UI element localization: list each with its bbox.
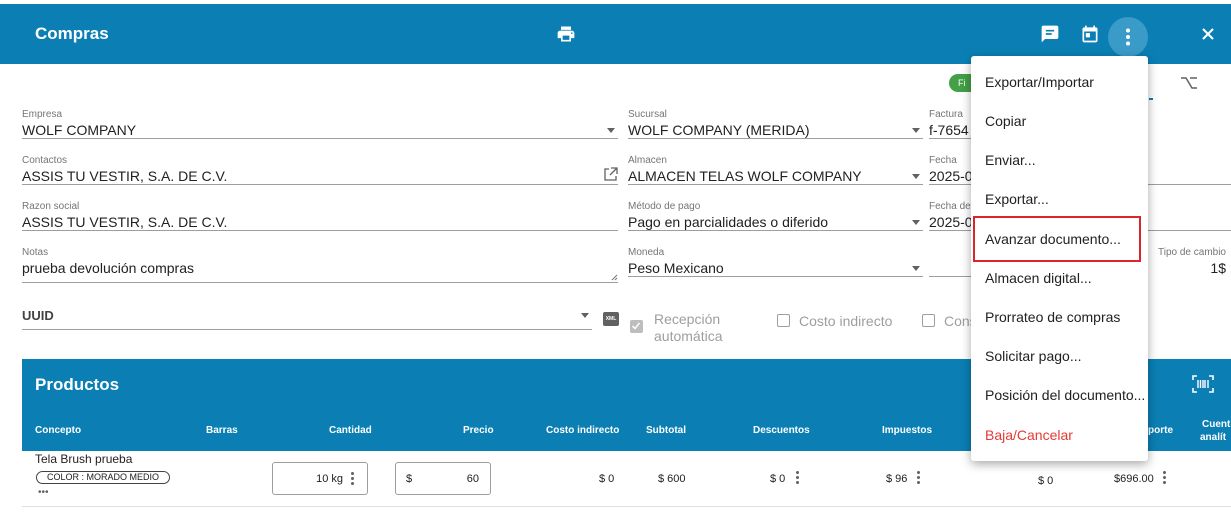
tipo-cambio-field[interactable]: Tipo de cambio 1$ (1148, 247, 1226, 277)
print-icon[interactable] (554, 22, 578, 46)
dropdown-caret-icon (912, 174, 920, 179)
calendar-icon[interactable] (1078, 22, 1102, 46)
menu-item-exportar[interactable]: Exportar... (985, 191, 1049, 207)
sucursal-field[interactable]: Sucursal WOLF COMPANY (MERIDA) (628, 109, 923, 139)
row-col9: $ 0 (1038, 475, 1054, 487)
razon-social-field[interactable]: Razon social ASSIS TU VESTIR, S.A. DE C.… (22, 201, 618, 231)
dropdown-caret-icon (607, 128, 615, 133)
dropdown-caret-icon (912, 266, 920, 271)
kebab-icon[interactable] (1163, 471, 1166, 484)
row-importe: $696.00 (1114, 473, 1154, 485)
dropdown-caret-icon (581, 313, 589, 318)
row-more-icon[interactable]: ••• (38, 487, 49, 498)
col-barras[interactable]: Barras (206, 425, 238, 436)
menu-item-almacen-digital[interactable]: Almacen digital... (985, 270, 1092, 286)
dropdown-caret-icon (912, 220, 920, 225)
row-descuentos: $ 0 (770, 473, 786, 485)
moneda-field[interactable]: Moneda Peso Mexicano (628, 247, 923, 277)
factura-field[interactable]: Factura f-7654 (929, 109, 971, 139)
page-title: Compras (35, 24, 109, 43)
menu-item-solicitar-pago[interactable]: Solicitar pago... (985, 348, 1082, 364)
metodo-pago-field[interactable]: Método de pago Pago en parcialidades o d… (628, 201, 923, 231)
app-header: Compras (0, 4, 1231, 64)
barcode-scan-icon[interactable] (1192, 375, 1214, 393)
productos-title: Productos (35, 375, 120, 394)
col-impuestos[interactable]: Impuestos (882, 425, 932, 436)
recepcion-label-2: automática (654, 328, 723, 344)
precio-input[interactable]: $ 60 (395, 462, 491, 495)
empresa-field[interactable]: Empresa WOLF COMPANY (22, 109, 618, 139)
check-icon (631, 322, 641, 330)
cons-checkbox[interactable] (922, 314, 935, 327)
menu-item-exportar-importar[interactable]: Exportar/Importar (985, 74, 1094, 90)
close-icon[interactable] (1196, 22, 1220, 46)
menu-item-copiar[interactable]: Copiar (985, 113, 1026, 129)
row-impuestos: $ 96 (886, 473, 908, 485)
contactos-field[interactable]: Contactos ASSIS TU VESTIR, S.A. DE C.V. (22, 155, 618, 185)
menu-item-baja-cancelar[interactable]: Baja/Cancelar (985, 427, 1073, 443)
kebab-icon[interactable] (917, 471, 920, 484)
recepcion-checkbox[interactable] (630, 320, 643, 333)
col-cuenta-2: analít (1200, 432, 1227, 443)
cantidad-input[interactable]: 10 kg (272, 462, 368, 495)
variant-chip[interactable]: COLOR : MORADO MEDIO (36, 471, 171, 484)
notas-field[interactable]: Notas prueba devolución compras (22, 247, 618, 283)
menu-item-prorrateo[interactable]: Prorrateo de compras (985, 309, 1120, 325)
costo-indirecto-label: Costo indirecto (799, 313, 893, 329)
col-costo-indirecto[interactable]: Costo indirecto (546, 425, 619, 436)
more-options-button[interactable] (1108, 17, 1148, 57)
uuid-field[interactable]: UUID (22, 308, 592, 330)
col-importe[interactable]: porte (1148, 425, 1173, 436)
recepcion-label: Recepción (654, 311, 721, 327)
blank-field[interactable] (929, 247, 971, 277)
resize-handle-icon[interactable] (611, 274, 618, 281)
kebab-icon[interactable] (796, 471, 799, 484)
almacen-field[interactable]: Almacen ALMACEN TELAS WOLF COMPANY (628, 155, 923, 185)
xml-icon[interactable]: XML (603, 312, 619, 326)
open-external-icon[interactable] (603, 167, 618, 182)
comment-icon[interactable] (1038, 22, 1062, 46)
col-precio[interactable]: Precio (463, 425, 494, 436)
col-descuentos[interactable]: Descuentos (753, 425, 810, 436)
menu-item-enviar[interactable]: Enviar... (985, 152, 1036, 168)
filter-icon[interactable] (1180, 76, 1198, 95)
col-concepto[interactable]: Concepto (35, 425, 81, 436)
costo-indirecto-checkbox[interactable] (777, 314, 790, 327)
menu-item-posicion-documento[interactable]: Posición del documento... (985, 387, 1145, 403)
kebab-icon (351, 472, 354, 485)
tab-indicator (1149, 98, 1153, 100)
row-costo-indirecto: $ 0 (599, 473, 615, 485)
col-cuenta[interactable]: Cuent (1202, 419, 1230, 430)
more-vert-icon (1126, 28, 1130, 46)
row-concepto: Tela Brush prueba (35, 452, 133, 466)
col-subtotal[interactable]: Subtotal (646, 425, 686, 436)
highlight-box (973, 216, 1141, 262)
dropdown-caret-icon (912, 128, 920, 133)
row-subtotal: $ 600 (658, 473, 686, 485)
col-cantidad[interactable]: Cantidad (329, 425, 372, 436)
